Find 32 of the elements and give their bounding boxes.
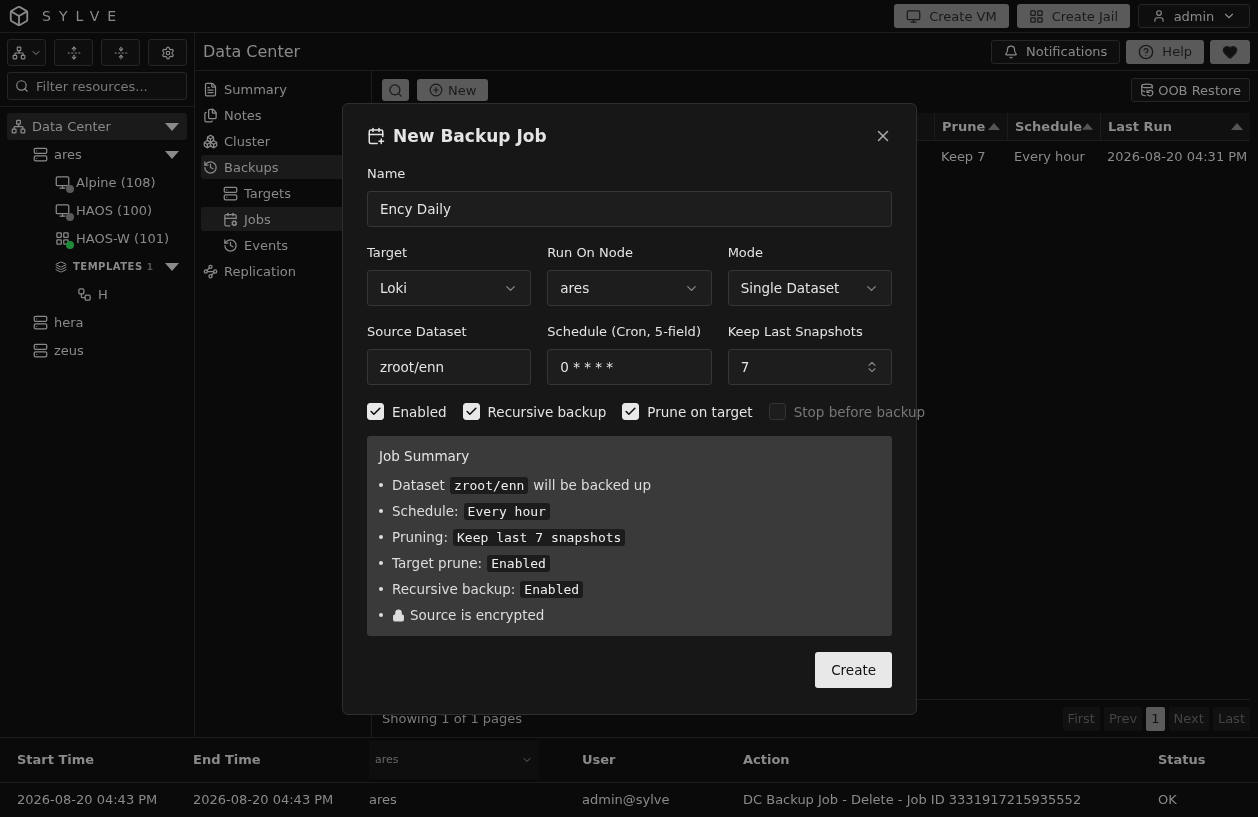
table-cell-text: 2026-08-20 04:31 PM [1106,148,1249,164]
brand-name: SYLVE [42,8,126,24]
field-label: Target [367,245,409,260]
field-label: Schedule (Cron, 5-field) [547,324,702,339]
summary-text: Pruning: [392,529,448,545]
summary-text: will be backed up [533,477,651,493]
table-cell-text: Keep 7 [940,148,987,164]
dialog-title: New Backup Job [393,126,548,146]
code-value: Enabled [520,580,584,598]
field-label: Mode [727,245,765,260]
field-label: Run On Node [547,245,634,260]
summary-text: Recursive backup: [392,581,516,597]
summary-text: Schedule: [392,503,459,519]
summary-title: Job Summary [379,448,471,464]
table-cell-text: ares [369,792,398,808]
table-cell-text: 2026-08-20 04:43 PM [17,792,159,808]
table-cell-text: OK [1158,792,1178,808]
code-value: Every hour [463,502,550,520]
code-value: zroot/enn [449,476,529,494]
code-value: Enabled [487,554,550,572]
code-value: Keep last 7 snapshots [453,528,626,546]
summary-text: Dataset [392,477,445,493]
count: 1 [146,262,154,272]
table-cell-text: 2026-08-20 04:43 PM [193,792,335,808]
table-cell-text: admin@sylve [582,792,671,808]
summary-text: Target prune: [392,555,483,571]
field-label: Source Dataset [367,324,468,339]
table-cell-text: DC Backup Job - Delete - Job ID 3331917215935552 [743,792,1083,808]
page-title: Data Center [203,42,302,61]
summary-text: Source is encrypted [410,607,545,623]
table-cell-text: Every hour [1013,148,1086,164]
field-label: Keep Last Snapshots [727,324,864,339]
